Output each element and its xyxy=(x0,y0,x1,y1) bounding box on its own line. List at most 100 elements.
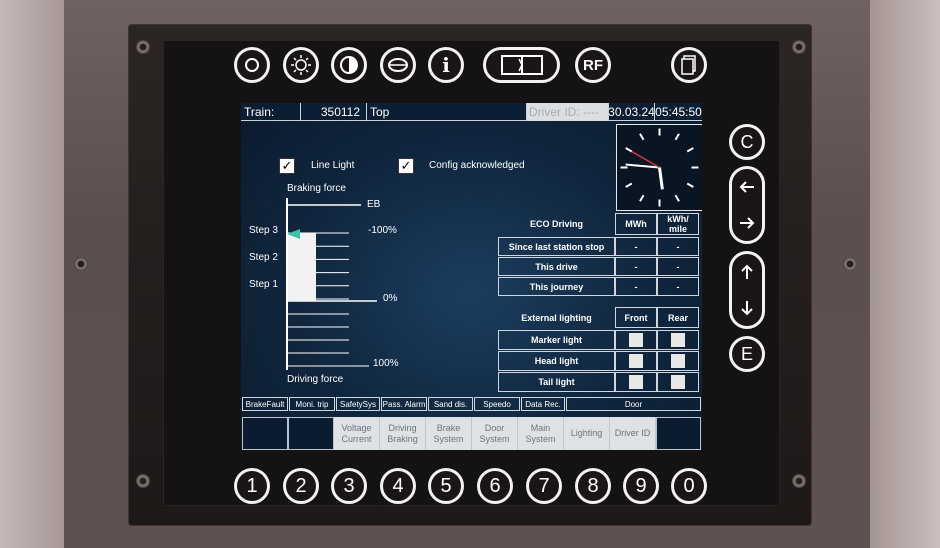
number-label: 3 xyxy=(343,474,355,497)
step-3-label: Step 3 xyxy=(249,225,278,236)
driver-id-field[interactable]: Driver ID: ---- xyxy=(527,103,609,121)
display-toggle-icon xyxy=(500,55,543,75)
line-light-checkbox[interactable]: ✓ xyxy=(279,158,295,174)
speaker-icon xyxy=(388,58,408,72)
lighting-row-label: Head light xyxy=(498,351,615,371)
document-button[interactable] xyxy=(671,47,707,83)
number-label: 7 xyxy=(538,474,550,497)
left-right-rocker[interactable] xyxy=(729,166,765,244)
softkey-driving-braking[interactable]: Driving Braking xyxy=(380,417,426,450)
clear-button[interactable]: C xyxy=(729,124,765,160)
circle-icon xyxy=(245,58,259,72)
status-door: Door xyxy=(566,397,701,411)
number-button-4[interactable]: 4 xyxy=(380,468,416,504)
status-safetysys: SafetySys xyxy=(336,397,380,411)
status-speedo: Speedo xyxy=(474,397,520,411)
number-label: 2 xyxy=(295,474,307,497)
lighting-col-front: Front xyxy=(615,307,657,328)
softkey-brake-system[interactable]: Brake System xyxy=(426,417,472,450)
number-button-2[interactable]: 2 xyxy=(283,468,319,504)
screw-icon xyxy=(843,257,857,271)
plus100-label: 100% xyxy=(373,358,399,369)
up-down-rocker[interactable] xyxy=(729,251,765,329)
softkey-door-system[interactable]: Door System xyxy=(472,417,518,450)
circle-button[interactable] xyxy=(234,47,270,83)
number-button-5[interactable]: 5 xyxy=(428,468,464,504)
brightness-icon xyxy=(291,55,311,75)
status-moni-trip: Moni. trip xyxy=(289,397,335,411)
info-icon: i xyxy=(442,53,450,77)
head-rear-toggle[interactable] xyxy=(657,351,699,371)
rf-label: RF xyxy=(583,56,603,74)
softkey-main-system[interactable]: Main System xyxy=(518,417,564,450)
dmi-screen: Train: 350112 Top Driver ID: ---- 30.03.… xyxy=(241,103,702,450)
wall-right xyxy=(868,0,940,548)
lighting-row-label: Marker light xyxy=(498,330,615,350)
contrast-button[interactable] xyxy=(331,47,367,83)
arrow-right-icon[interactable] xyxy=(738,216,756,230)
brake-demand-bar xyxy=(288,233,316,301)
date-label: 30.03.24 xyxy=(608,103,655,121)
enter-button[interactable]: E xyxy=(729,336,765,372)
number-button-9[interactable]: 9 xyxy=(623,468,659,504)
eco-title: ECO Driving xyxy=(529,219,583,229)
softkey-10[interactable] xyxy=(656,417,701,450)
arrow-down-icon[interactable] xyxy=(740,299,754,317)
arrow-left-icon[interactable] xyxy=(738,180,756,194)
number-label: 0 xyxy=(683,474,695,497)
screw-icon xyxy=(792,474,806,488)
softkey-2[interactable] xyxy=(288,417,334,450)
number-label: 5 xyxy=(440,474,452,497)
screw-icon xyxy=(136,474,150,488)
contrast-icon xyxy=(340,56,358,74)
status-pass-alarm: Pass. Alarm xyxy=(381,397,427,411)
softkey-lighting[interactable]: Lighting xyxy=(564,417,610,450)
status-brakefault: BrakeFault xyxy=(242,397,288,411)
config-ack-checkbox[interactable]: ✓ xyxy=(398,158,414,174)
config-ack-label: Config acknowledged xyxy=(429,160,525,171)
marker-rear-toggle[interactable] xyxy=(657,330,699,350)
eco-row-value: - xyxy=(615,277,657,296)
enter-label: E xyxy=(740,343,753,364)
eb-label: EB xyxy=(367,199,381,210)
status-data-rec: Data Rec. xyxy=(521,397,565,411)
step-1-label: Step 1 xyxy=(249,279,278,290)
number-button-3[interactable]: 3 xyxy=(331,468,367,504)
line-light-label: Line Light xyxy=(311,160,355,171)
number-button-7[interactable]: 7 xyxy=(526,468,562,504)
train-label: Train: xyxy=(241,103,301,121)
softkey-1[interactable] xyxy=(242,417,288,450)
number-button-6[interactable]: 6 xyxy=(477,468,513,504)
brightness-button[interactable] xyxy=(283,47,319,83)
head-front-toggle[interactable] xyxy=(615,351,657,371)
rf-button[interactable]: RF xyxy=(575,47,611,83)
eco-row-label: This drive xyxy=(498,257,615,276)
lighting-title: External lighting xyxy=(521,312,592,323)
softkey-voltage-current[interactable]: Voltage Current xyxy=(334,417,380,450)
display-toggle-button[interactable] xyxy=(483,47,560,83)
header-bar: Train: 350112 Top Driver ID: ---- 30.03.… xyxy=(241,103,702,121)
tail-front-toggle[interactable] xyxy=(615,372,657,392)
eco-row-value: - xyxy=(615,257,657,276)
wall-left xyxy=(0,0,64,548)
eco-row-label: This journey xyxy=(498,277,615,296)
lighting-col-rear: Rear xyxy=(657,307,699,328)
arrow-up-icon[interactable] xyxy=(740,263,754,281)
minus100-label: -100% xyxy=(368,225,397,236)
status-sand-dis: Sand dis. xyxy=(428,397,473,411)
tail-rear-toggle[interactable] xyxy=(657,372,699,392)
clear-label: C xyxy=(740,131,754,152)
info-button[interactable]: i xyxy=(428,47,464,83)
eco-row-value: - xyxy=(657,257,699,276)
marker-front-toggle[interactable] xyxy=(615,330,657,350)
number-button-0[interactable]: 0 xyxy=(671,468,707,504)
step-2-label: Step 2 xyxy=(249,252,278,263)
screw-icon xyxy=(792,40,806,54)
number-label: 1 xyxy=(246,474,258,497)
eco-row-value: - xyxy=(615,237,657,256)
softkey-driver-id[interactable]: Driver ID xyxy=(610,417,656,450)
document-icon xyxy=(681,55,696,75)
number-button-8[interactable]: 8 xyxy=(575,468,611,504)
speaker-button[interactable] xyxy=(380,47,416,83)
number-button-1[interactable]: 1 xyxy=(234,468,270,504)
